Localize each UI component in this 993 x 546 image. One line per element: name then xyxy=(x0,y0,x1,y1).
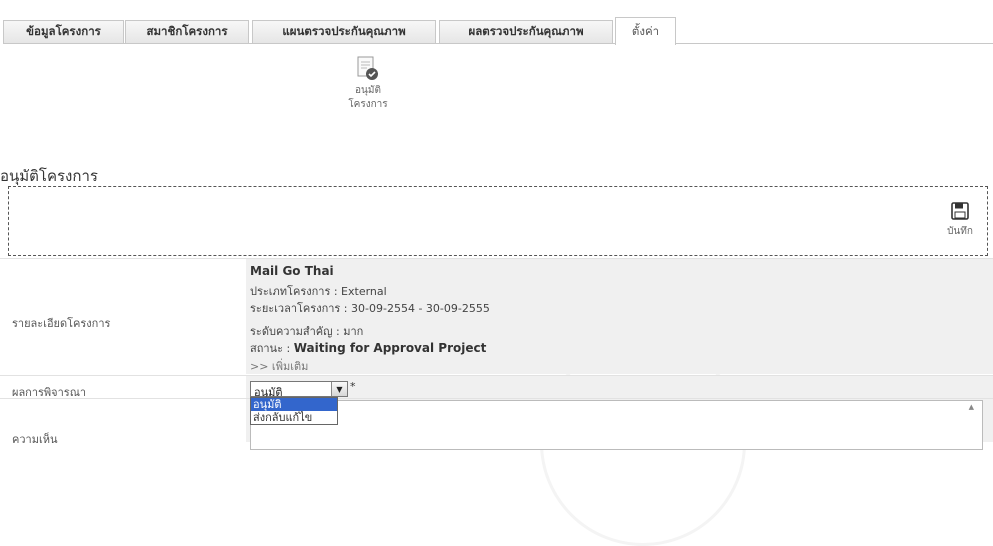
project-status: สถานะ : Waiting for Approval Project xyxy=(250,339,486,357)
approve-label-line1: อนุมัติ xyxy=(355,85,381,96)
status-prefix: สถานะ : xyxy=(250,342,291,355)
comment-label: ความเห็น xyxy=(12,433,58,446)
tab-settings[interactable]: ตั้งค่า xyxy=(615,17,676,45)
decision-dropdown-list: อนุมัติ ส่งกลับแก้ไข xyxy=(250,397,338,425)
tab-bar: ข้อมูลโครงการ สมาชิกโครงการ แผนตรวจประกั… xyxy=(3,17,993,45)
tab-project-info[interactable]: ข้อมูลโครงการ xyxy=(3,20,124,43)
decision-select[interactable]: อนุมัติ ▼ xyxy=(250,381,348,399)
project-priority: ระดับความสำคัญ : มาก xyxy=(250,325,364,338)
project-duration: ระยะเวลาโครงการ : 30-09-2554 - 30-09-255… xyxy=(250,302,490,315)
dropdown-option-approve[interactable]: อนุมัติ xyxy=(251,398,337,411)
approve-label-line2: โครงการ xyxy=(348,99,388,110)
save-button[interactable]: บันทึก xyxy=(940,202,980,239)
scroll-up-arrow-icon[interactable]: ▲ xyxy=(969,403,974,411)
action-panel: บันทึก xyxy=(8,186,988,256)
chevron-down-icon[interactable]: ▼ xyxy=(331,382,347,396)
dropdown-option-return[interactable]: ส่งกลับแก้ไข xyxy=(251,411,337,424)
project-type: ประเภทโครงการ : External xyxy=(250,285,387,298)
details-label: รายละเอียดโครงการ xyxy=(12,317,111,330)
document-check-icon xyxy=(356,56,380,82)
more-details-link[interactable]: >> เพิ่มเติม xyxy=(250,357,308,375)
floppy-disk-icon xyxy=(951,202,969,220)
tab-qa-results[interactable]: ผลตรวจประกันคุณภาพ xyxy=(439,20,613,43)
save-label: บันทึก xyxy=(947,226,973,237)
status-value: Waiting for Approval Project xyxy=(293,341,487,355)
tab-bar-divider xyxy=(3,43,993,44)
tab-project-members[interactable]: สมาชิกโครงการ xyxy=(125,20,249,43)
required-mark: * xyxy=(350,380,356,393)
comment-textarea[interactable]: ▲ xyxy=(250,400,983,450)
project-name: Mail Go Thai xyxy=(250,264,334,278)
page-title: อนุมัติโครงการ xyxy=(0,167,98,185)
approve-project-button[interactable]: อนุมัติ โครงการ xyxy=(336,56,400,112)
tab-qa-plan[interactable]: แผนตรวจประกันคุณภาพ xyxy=(252,20,436,43)
decision-cell xyxy=(246,376,993,398)
